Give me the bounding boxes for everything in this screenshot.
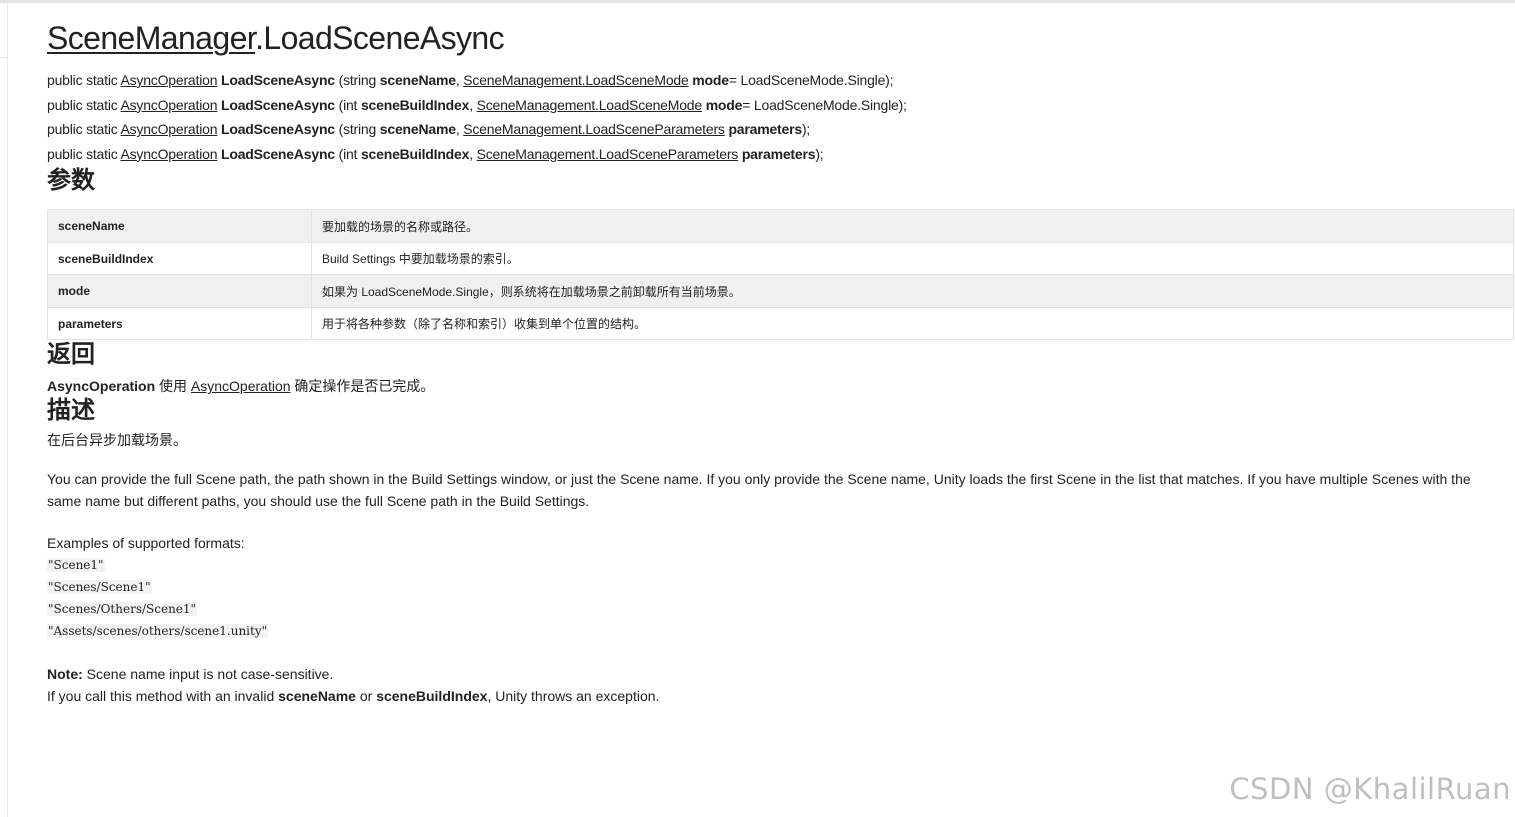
- param-type: int: [343, 145, 361, 162]
- table-row: sceneName 要加载的场景的名称或路径。: [47, 209, 1514, 243]
- param-type: string: [343, 121, 380, 138]
- exception-paragraph: If you call this method with an invalid …: [47, 685, 1514, 707]
- code-text: "Scene1": [47, 558, 105, 573]
- parameters-heading: 参数: [47, 167, 95, 195]
- text-span: If you call this method with an invalid: [47, 688, 279, 705]
- returns-type-link[interactable]: AsyncOperation: [191, 378, 291, 394]
- table-row: sceneBuildIndex Build Settings 中要加载场景的索引…: [47, 241, 1514, 276]
- sig-prefix: public static: [47, 96, 121, 113]
- sig-tail: = LoadSceneMode.Single);: [742, 96, 907, 113]
- signature-line: public static AsyncOperation LoadSceneAs…: [47, 142, 1514, 167]
- param-name: mode: [692, 72, 729, 88]
- param-type: string: [343, 72, 380, 88]
- top-border: [0, 0, 1515, 3]
- param-type: int: [343, 96, 361, 113]
- return-type-link[interactable]: AsyncOperation: [120, 121, 217, 137]
- left-sidebar-edge: [7, 3, 8, 817]
- text-span: or: [355, 688, 377, 705]
- note-text: Scene name input is not case-sensitive.: [82, 666, 334, 683]
- sig-tail: = LoadSceneMode.Single);: [728, 72, 894, 88]
- note-label: Note:: [47, 666, 83, 683]
- return-type-link[interactable]: AsyncOperation: [120, 72, 217, 88]
- param-type-link[interactable]: SceneManagement.LoadSceneParameters: [463, 121, 725, 137]
- returns-text: AsyncOperation 使用 AsyncOperation 确定操作是否已…: [47, 376, 1514, 396]
- class-link[interactable]: SceneManager: [47, 20, 256, 56]
- param-name-cell: parameters: [47, 306, 312, 341]
- return-type-link[interactable]: AsyncOperation: [120, 146, 217, 162]
- description-heading: 描述: [47, 397, 95, 425]
- method-name: .LoadSceneAsync: [255, 20, 505, 56]
- doc-content: SceneManager.LoadSceneAsync public stati…: [47, 16, 1514, 707]
- param-desc-cell: 如果为 LoadSceneMode.Single，则系统将在加载场景之前卸载所有…: [311, 274, 1514, 308]
- param-desc-cell: Build Settings 中要加载场景的索引。: [311, 241, 1514, 276]
- sig-open: (: [334, 96, 344, 113]
- code-text: "Assets/scenes/others/scene1.unity": [47, 624, 269, 639]
- param-name: parameters: [741, 145, 816, 162]
- param-type-link[interactable]: SceneManagement.LoadSceneMode: [463, 72, 689, 88]
- return-type-link[interactable]: AsyncOperation: [120, 97, 217, 113]
- sig-sep: ,: [469, 96, 477, 113]
- sig-method: LoadSceneAsync: [220, 72, 335, 88]
- examples-label: Examples of supported formats:: [47, 535, 245, 552]
- param-name-cell: sceneBuildIndex: [47, 241, 312, 276]
- param-name: sceneBuildIndex: [360, 145, 470, 162]
- text-span: , Unity throws an exception.: [487, 688, 660, 705]
- code-text: "Scenes/Scene1": [47, 580, 152, 595]
- signature-list: public static AsyncOperation LoadSceneAs…: [47, 68, 1514, 166]
- signature-line: public static AsyncOperation LoadSceneAs…: [47, 68, 1514, 93]
- sig-prefix: public static: [47, 72, 121, 88]
- sig-open: (: [334, 121, 344, 138]
- param-name-cell: sceneName: [47, 209, 312, 243]
- param-name: parameters: [728, 121, 802, 138]
- param-name: sceneBuildIndex: [376, 688, 488, 705]
- param-name: sceneBuildIndex: [360, 96, 470, 113]
- sig-sep: ,: [469, 145, 477, 162]
- description-paragraph: You can provide the full Scene path, the…: [47, 471, 1471, 510]
- description-summary: 在后台异步加载场景。: [47, 432, 187, 449]
- sig-prefix: public static: [47, 145, 121, 162]
- sig-tail: );: [801, 121, 811, 138]
- page-title: SceneManager.LoadSceneAsync: [47, 16, 1514, 60]
- param-type-link[interactable]: SceneManagement.LoadSceneMode: [477, 97, 703, 113]
- sig-tail: );: [815, 145, 824, 162]
- sig-open: (: [334, 72, 344, 88]
- returns-text-after: 确定操作是否已完成。: [290, 378, 435, 395]
- param-name-cell: mode: [47, 274, 312, 308]
- sig-method: LoadSceneAsync: [220, 121, 335, 138]
- code-example: "Scene1": [47, 554, 1514, 576]
- code-text: "Scenes/Others/Scene1": [47, 602, 198, 617]
- csdn-watermark: CSDN @KhalilRuan: [1229, 772, 1511, 806]
- param-desc-cell: 要加载的场景的名称或路径。: [311, 209, 1514, 243]
- sig-prefix: public static: [47, 121, 121, 138]
- returns-type: AsyncOperation: [47, 378, 156, 395]
- sig-method: LoadSceneAsync: [220, 96, 335, 113]
- param-type-link[interactable]: SceneManagement.LoadSceneParameters: [477, 146, 739, 162]
- param-name: sceneName: [379, 72, 456, 88]
- table-row: mode 如果为 LoadSceneMode.Single，则系统将在加载场景之…: [47, 274, 1514, 308]
- param-name: sceneName: [278, 688, 356, 705]
- parameters-table: sceneName 要加载的场景的名称或路径。 sceneBuildIndex …: [47, 209, 1514, 341]
- param-name: mode: [705, 96, 743, 113]
- returns-text-before: 使用: [155, 378, 191, 395]
- returns-heading: 返回: [47, 341, 95, 369]
- table-row: parameters 用于将各种参数（除了名称和索引）收集到单个位置的结构。: [47, 306, 1514, 341]
- param-name: sceneName: [379, 121, 456, 138]
- sig-open: (: [334, 145, 344, 162]
- signature-line: public static AsyncOperation LoadSceneAs…: [47, 117, 1514, 142]
- code-example: "Scenes/Scene1": [47, 576, 1514, 598]
- signature-line: public static AsyncOperation LoadSceneAs…: [47, 93, 1514, 118]
- code-example: "Scenes/Others/Scene1": [47, 598, 1514, 620]
- param-desc-cell: 用于将各种参数（除了名称和索引）收集到单个位置的结构。: [311, 306, 1514, 341]
- sig-method: LoadSceneAsync: [220, 145, 335, 162]
- code-example: "Assets/scenes/others/scene1.unity": [47, 620, 1514, 642]
- left-sidebar-mark: [0, 57, 7, 58]
- note-paragraph: Note: Scene name input is not case-sensi…: [47, 663, 1514, 685]
